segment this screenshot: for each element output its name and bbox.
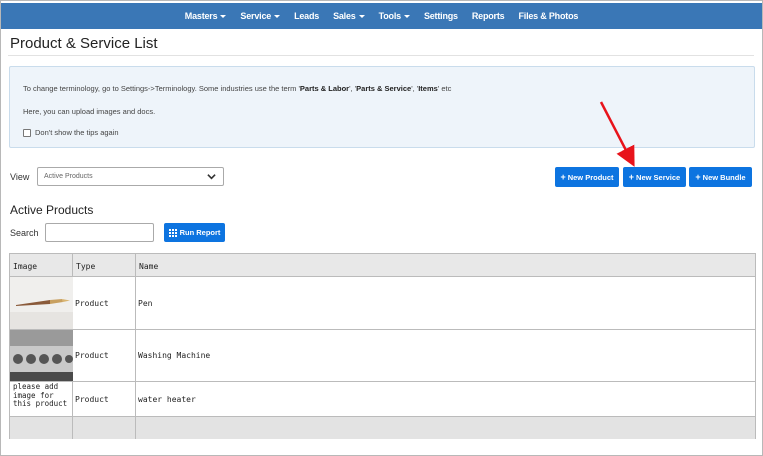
view-label: View (10, 172, 30, 182)
caret-down-icon (358, 15, 365, 19)
table-icon (168, 228, 177, 237)
plus-icon: + (695, 172, 701, 182)
dont-show-tips-label: Don't show the tips again (35, 128, 119, 137)
header-type[interactable]: Type (73, 254, 136, 276)
header-name[interactable]: Name (136, 254, 755, 276)
table-header: Image Type Name (10, 254, 755, 277)
nav-sales[interactable]: Sales (333, 11, 365, 21)
nav-settings[interactable]: Settings (424, 11, 458, 21)
products-table: Image Type Name Product Pen Product Wash… (9, 253, 756, 439)
nav-leads[interactable]: Leads (294, 11, 319, 21)
dont-show-tips-option[interactable]: Don't show the tips again (23, 128, 119, 137)
table-row[interactable]: Product Washing Machine (10, 330, 755, 382)
caret-down-icon (274, 15, 281, 19)
tip-upload: Here, you can upload images and docs. (23, 107, 156, 116)
row-type: Product (73, 277, 136, 329)
footer-cell (73, 417, 136, 439)
view-selected-value: Active Products (44, 173, 93, 180)
table-footer (10, 417, 755, 439)
nav-service[interactable]: Service (240, 11, 281, 21)
row-image-cell[interactable] (10, 330, 73, 381)
nav-reports[interactable]: Reports (472, 11, 505, 21)
table-row[interactable]: Product Pen (10, 277, 755, 330)
pen-image[interactable] (10, 277, 73, 329)
nav-masters[interactable]: Masters (185, 11, 227, 21)
title-divider (8, 55, 754, 56)
new-service-button[interactable]: + New Service (623, 167, 686, 187)
chevron-down-icon (207, 174, 216, 180)
search-input[interactable] (45, 223, 154, 242)
footer-cell (136, 417, 755, 439)
nav-tools[interactable]: Tools (379, 11, 410, 21)
caret-down-icon (403, 15, 410, 19)
section-title: Active Products (10, 203, 94, 217)
row-name: water heater (138, 394, 196, 404)
footer-cell (10, 417, 73, 439)
row-name: Washing Machine (138, 351, 211, 360)
top-navbar: Masters Service Leads Sales Tools Settin… (1, 3, 762, 29)
row-type: Product (73, 382, 136, 416)
run-report-button[interactable]: Run Report (164, 223, 225, 242)
row-type: Product (73, 330, 136, 381)
row-image-cell[interactable] (10, 277, 73, 329)
new-bundle-button[interactable]: + New Bundle (689, 167, 752, 187)
nav-files-photos[interactable]: Files & Photos (518, 11, 578, 21)
caret-down-icon (220, 15, 227, 19)
search-label: Search (10, 228, 39, 238)
header-image[interactable]: Image (10, 254, 73, 276)
page-title: Product & Service List (10, 35, 158, 52)
plus-icon: + (560, 172, 566, 182)
tips-panel: To change terminology, go to Settings->T… (9, 66, 755, 148)
dont-show-tips-checkbox[interactable] (23, 128, 31, 137)
tip-terminology: To change terminology, go to Settings->T… (23, 84, 452, 93)
missing-image-note[interactable]: please add image for this product (10, 382, 73, 416)
new-product-button[interactable]: + New Product (555, 167, 619, 187)
row-name: Pen (138, 298, 153, 308)
view-select[interactable]: Active Products (37, 167, 224, 186)
table-row[interactable]: please add image for this product Produc… (10, 382, 755, 417)
plus-icon: + (628, 172, 635, 182)
washing-machine-image[interactable] (10, 330, 73, 381)
